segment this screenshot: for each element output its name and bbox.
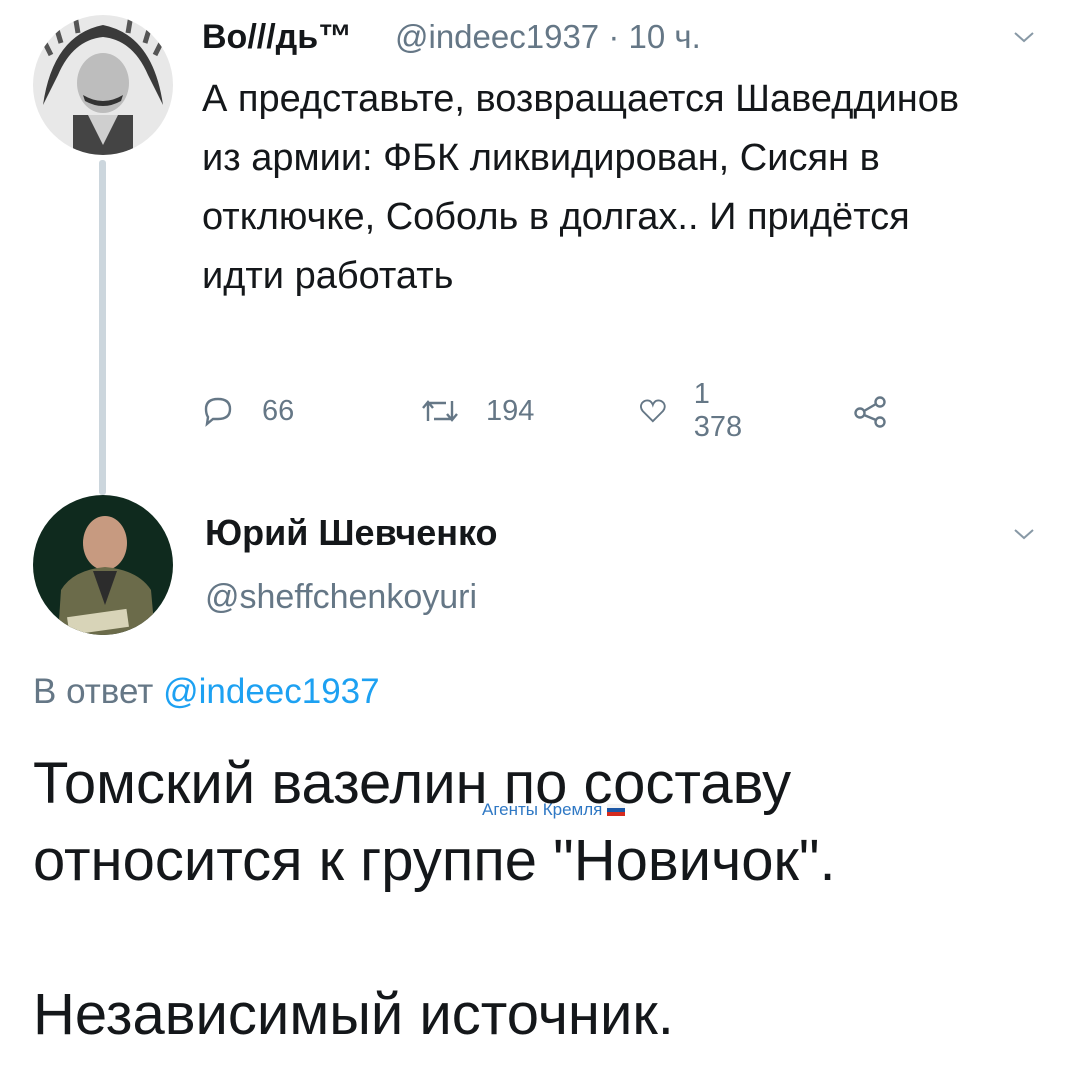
author-name[interactable]: Во///дь™ xyxy=(202,18,352,57)
like-button[interactable]: 1 378 xyxy=(638,378,750,443)
author-name[interactable]: Юрий Шевченко xyxy=(205,512,498,554)
reply-context: В ответ @indeec1937 xyxy=(33,672,380,712)
tweet-meta: @indeec1937 · 10 ч. xyxy=(395,18,701,56)
retweet-count: 194 xyxy=(486,394,535,427)
retweet-icon xyxy=(422,400,458,422)
tweet-text: Томский вазелин по составу относится к г… xyxy=(33,751,836,1047)
reply-button[interactable]: 66 xyxy=(200,388,294,434)
author-handle[interactable]: @sheffchenkoyuri xyxy=(205,578,477,617)
avatar-image xyxy=(33,495,173,635)
retweet-button[interactable]: 194 xyxy=(420,388,534,434)
author-handle[interactable]: @indeec1937 xyxy=(395,18,599,55)
like-icon xyxy=(639,399,666,423)
thread-line xyxy=(99,160,106,495)
reply-count: 66 xyxy=(262,394,295,427)
tweet-time[interactable]: 10 ч. xyxy=(629,18,701,55)
tweet-text: А представьте, возвращается Шаведдинов и… xyxy=(202,78,960,297)
share-button[interactable] xyxy=(852,388,888,434)
reply-icon xyxy=(204,397,232,427)
share-icon xyxy=(854,396,886,428)
watermark: Агенты Кремля xyxy=(482,800,626,820)
chevron-down-icon[interactable] xyxy=(1013,26,1035,48)
chevron-down-icon[interactable] xyxy=(1013,523,1035,545)
like-count: 1 378 xyxy=(693,378,743,443)
reply-prefix: В ответ xyxy=(33,672,154,711)
avatar-image xyxy=(33,15,173,155)
meta-separator: · xyxy=(608,18,620,55)
watermark-text: Агенты Кремля xyxy=(482,800,603,819)
reply-mention[interactable]: @indeec1937 xyxy=(163,672,380,711)
avatar[interactable] xyxy=(33,495,173,635)
avatar[interactable] xyxy=(33,15,173,155)
russian-flag-icon xyxy=(607,804,626,816)
